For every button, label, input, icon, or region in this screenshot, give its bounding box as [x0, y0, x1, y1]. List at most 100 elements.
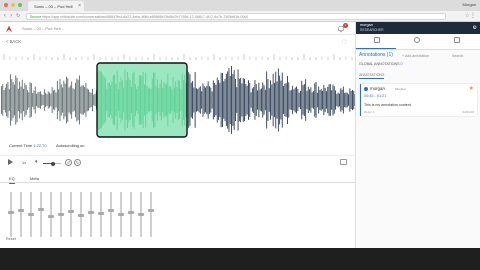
waveform-bar — [344, 92, 346, 108]
annotation-card[interactable]: morgan Member ★ 00:45 - 01:21 This is my… — [360, 84, 477, 116]
waveform-bar — [102, 74, 104, 126]
eq-slider-knob[interactable] — [148, 208, 154, 212]
eq-slider[interactable] — [98, 192, 104, 237]
back-button[interactable]: < BACK — [6, 39, 21, 44]
reload-icon[interactable]: ↻ — [16, 13, 20, 20]
breadcrumb[interactable]: Sonix – 03 – Pod Hell... — [22, 26, 64, 31]
eq-slider-knob[interactable] — [58, 213, 64, 216]
waveform-canvas[interactable] — [0, 60, 355, 140]
eq-slider[interactable] — [148, 192, 154, 237]
waveform-bar — [160, 79, 162, 121]
eq-slider[interactable] — [108, 192, 114, 237]
waveform-bar — [224, 78, 226, 122]
eq-slider[interactable] — [58, 192, 64, 237]
tab-meta[interactable]: Meta — [30, 176, 39, 181]
favorite-star-icon[interactable]: ★ — [469, 86, 474, 92]
waveform-bar — [303, 84, 305, 116]
eq-slider-knob[interactable] — [118, 213, 124, 216]
annotations-tab-icon[interactable] — [374, 37, 380, 43]
waveform-bar — [23, 88, 24, 112]
eq-slider-knob[interactable] — [8, 210, 14, 214]
eq-slider[interactable] — [38, 192, 44, 237]
autoscroll-toggle[interactable]: Autoscrolling on — [56, 143, 84, 148]
eq-slider[interactable] — [68, 192, 74, 237]
waveform-bar — [111, 81, 113, 119]
eq-slider[interactable] — [118, 192, 124, 237]
eq-slider[interactable] — [18, 192, 24, 237]
panel-header: morgan RESEARCHER ⚙ — [356, 22, 480, 34]
waveform-bar — [199, 86, 201, 114]
eq-slider[interactable] — [78, 192, 84, 237]
waveform-bar — [42, 95, 44, 105]
eq-slider-knob[interactable] — [108, 208, 114, 212]
waveform-bar — [40, 91, 41, 109]
reset-button[interactable]: Reset — [6, 237, 16, 241]
eq-slider-knob[interactable] — [18, 208, 24, 212]
eq-slider[interactable] — [138, 192, 144, 237]
close-window-dot[interactable] — [4, 3, 8, 7]
eq-slider-knob[interactable] — [138, 213, 144, 216]
settings-gear-icon[interactable]: ⚙ — [473, 25, 477, 31]
eq-slider[interactable] — [48, 192, 54, 237]
eq-slider-knob[interactable] — [38, 207, 44, 211]
play-icon[interactable] — [8, 159, 13, 165]
minimize-window-dot[interactable] — [11, 3, 15, 7]
add-annotation-button[interactable]: + Add annotation — [402, 54, 429, 58]
waveform-bar — [134, 84, 136, 116]
volume-slider[interactable] — [43, 161, 61, 166]
eq-slider-knob[interactable] — [88, 210, 94, 214]
eq-slider-knob[interactable] — [98, 212, 104, 216]
waveform-bar — [237, 69, 239, 131]
reply-link[interactable]: Reply 0 — [364, 110, 374, 114]
eq-slider-knob[interactable] — [78, 213, 84, 217]
waveform-bar — [73, 89, 75, 111]
back-arrow-icon[interactable]: ‹ — [4, 13, 6, 20]
waveform-bar — [146, 85, 148, 114]
waveform-bar — [79, 75, 80, 125]
eq-slider[interactable] — [128, 192, 134, 237]
waveform-bar — [281, 72, 283, 128]
people-tab-icon[interactable] — [414, 37, 420, 43]
waveform-bar — [54, 89, 56, 111]
waveform-bar — [85, 82, 87, 118]
eq-slider-knob[interactable] — [28, 213, 34, 216]
comment-icon[interactable] — [340, 159, 347, 165]
maximize-window-dot[interactable] — [18, 3, 22, 7]
eq-slider-knob[interactable] — [128, 210, 134, 214]
current-time-value: 1:22.70 — [33, 143, 47, 148]
app-logo-icon[interactable] — [5, 25, 13, 33]
eq-slider-knob[interactable] — [68, 209, 74, 213]
eq-slider-knob[interactable] — [48, 215, 54, 219]
waveform-bar — [275, 71, 277, 129]
skip-back-icon[interactable]: ↺ — [65, 159, 72, 166]
waveform-bar — [151, 78, 153, 122]
speed-button[interactable]: 1x — [22, 160, 26, 165]
annotation-time-range[interactable]: 00:45 - 01:21 — [364, 94, 386, 98]
waveform-bar — [323, 85, 325, 115]
volume-icon[interactable]: 🔈︎ — [35, 159, 39, 166]
waveform-bar — [293, 89, 295, 111]
eq-slider[interactable] — [28, 192, 34, 237]
waveform-bar — [115, 84, 117, 116]
document-tab-icon[interactable] — [454, 37, 460, 43]
forward-arrow-icon[interactable]: › — [10, 13, 12, 20]
global-annotations-row[interactable]: GLOBAL ANNOTATIONS 0 — [359, 62, 402, 66]
browser-menu-icon[interactable]: ⋮ — [470, 13, 476, 20]
volume-knob[interactable] — [50, 161, 55, 166]
browser-profile[interactable]: Morgan — [462, 2, 476, 7]
global-annotations-count: 0 — [400, 62, 403, 66]
browser-tab[interactable]: Sonix – 03 – Pod Hell × — [28, 1, 84, 11]
tool-icon[interactable]: ▢ — [342, 39, 347, 45]
waveform[interactable] — [0, 60, 355, 140]
waveform-bar — [274, 82, 275, 118]
eq-slider[interactable] — [88, 192, 94, 237]
tab-eq[interactable]: EQ — [9, 176, 15, 184]
user-name[interactable]: morgan — [360, 23, 373, 27]
skip-forward-icon[interactable]: ↻ — [74, 159, 81, 166]
waveform-bar — [342, 86, 344, 114]
tab-close-icon[interactable]: × — [78, 3, 81, 9]
waveform-bar — [108, 82, 110, 118]
eq-slider[interactable] — [8, 192, 14, 237]
search-annotations-button[interactable]: Search — [452, 54, 463, 58]
address-bar[interactable]: Secure https://app.criticsuite.com/conve… — [26, 13, 446, 20]
